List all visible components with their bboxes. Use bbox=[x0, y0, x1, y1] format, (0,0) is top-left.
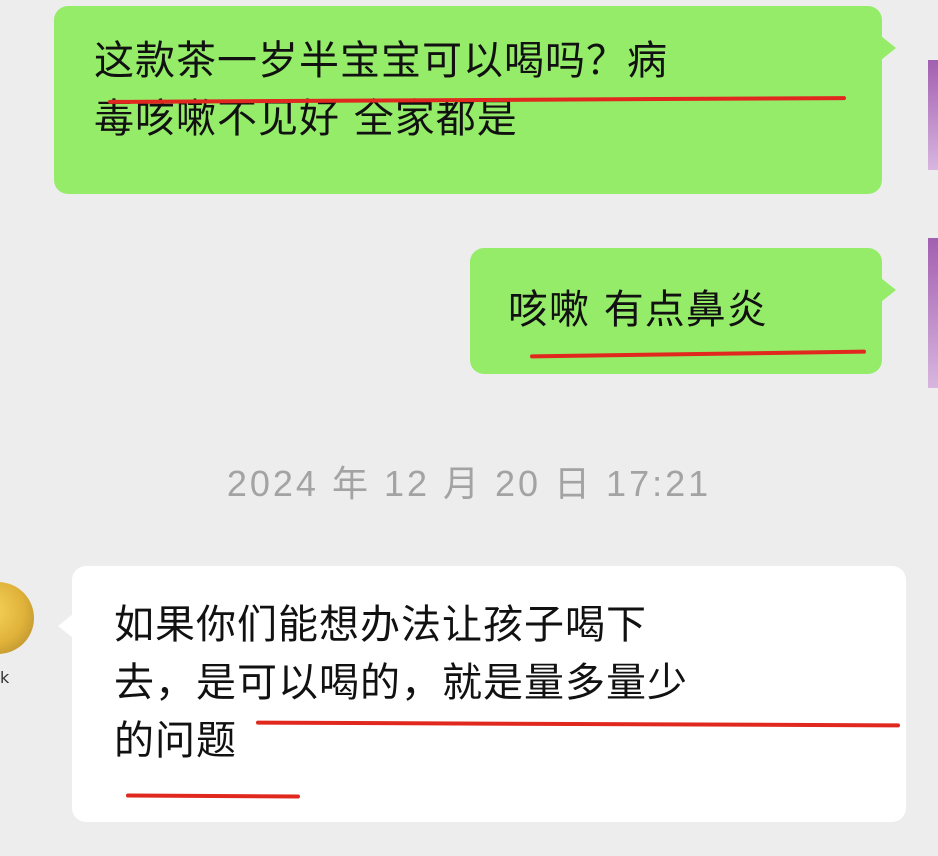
red-underline-annotation bbox=[125, 793, 301, 799]
message-text-line: 去，是可以喝的，就是量多量少 bbox=[114, 660, 688, 706]
message-timestamp: 2024 年 12 月 20 日 17:21 bbox=[226, 463, 712, 504]
red-underline-annotation bbox=[529, 349, 867, 359]
outgoing-message-bubble[interactable]: 咳嗽 有点鼻炎 bbox=[470, 248, 896, 374]
incoming-message-bubble[interactable]: 如果你们能想办法让孩子喝下 去，是可以喝的，就是量多量少 的问题 bbox=[58, 566, 906, 822]
cropped-edge-strip bbox=[928, 238, 938, 388]
message-text-line: 咳嗽 有点鼻炎 bbox=[508, 287, 768, 333]
contact-avatar[interactable] bbox=[0, 582, 34, 654]
message-text-line: 如果你们能想办法让孩子喝下 bbox=[114, 602, 647, 648]
avatar-caption: k bbox=[0, 668, 10, 687]
chat-thread: 这款茶一岁半宝宝可以喝吗？病 毒咳嗽不见好 全家都是 咳嗽 有点鼻炎 2024 … bbox=[0, 0, 938, 856]
cropped-edge-strip bbox=[928, 60, 938, 170]
message-text-line: 这款茶一岁半宝宝可以喝吗？病 bbox=[94, 38, 668, 84]
outgoing-message-bubble[interactable]: 这款茶一岁半宝宝可以喝吗？病 毒咳嗽不见好 全家都是 bbox=[54, 6, 896, 194]
